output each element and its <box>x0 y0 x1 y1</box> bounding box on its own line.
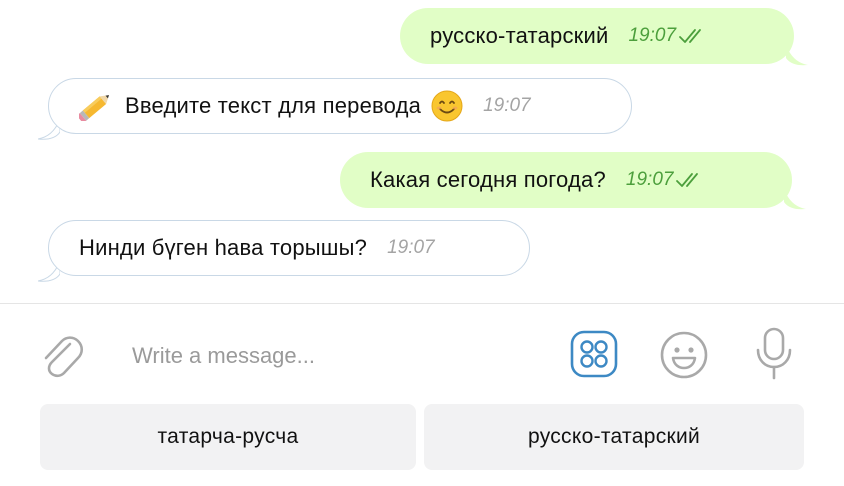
message-bubble-outgoing[interactable]: Какая сегодня погода? 19:07 <box>340 152 792 208</box>
message-time: 19:07 <box>628 25 706 47</box>
keyboard-button-tatar-russian[interactable]: татарча-русча <box>40 404 416 470</box>
message-list: русско-татарский 19:07 Введите текст для… <box>0 0 844 304</box>
message-bubble-incoming[interactable]: Введите текст для перевода 19:07 <box>48 78 632 134</box>
emoji-icon[interactable] <box>659 330 709 380</box>
attach-icon[interactable] <box>36 328 84 380</box>
keyboard-button-label: татарча-русча <box>157 425 299 448</box>
time-label: 19:07 <box>628 25 677 46</box>
message-bubble-outgoing[interactable]: русско-татарский 19:07 <box>400 8 794 64</box>
message-input[interactable] <box>132 336 552 376</box>
message-text: Нинди бүген һава торышы? <box>79 235 368 260</box>
microphone-icon[interactable] <box>752 326 796 382</box>
bot-commands-icon[interactable] <box>570 330 618 378</box>
keyboard-button-russian-tatar[interactable]: русско-татарский <box>424 404 804 470</box>
read-receipt-icon <box>676 173 699 187</box>
message-text: Введите текст для перевода <box>125 93 422 118</box>
time-label: 19:07 <box>625 169 674 190</box>
smiling-face-icon <box>431 90 463 122</box>
message-bubble-incoming[interactable]: Нинди бүген һава торышы? 19:07 <box>48 220 530 276</box>
read-receipt-icon <box>679 29 701 43</box>
message-text: Какая сегодня погода? <box>370 167 606 192</box>
time-label: 19:07 <box>483 95 531 116</box>
message-text: русско-татарский <box>430 23 609 48</box>
message-time: 19:07 <box>626 169 704 191</box>
time-label: 19:07 <box>387 237 435 258</box>
message-time: 19:07 <box>483 95 531 117</box>
message-time: 19:07 <box>387 237 435 259</box>
keyboard-button-label: русско-татарский <box>527 425 701 448</box>
pencil-icon <box>79 95 110 121</box>
